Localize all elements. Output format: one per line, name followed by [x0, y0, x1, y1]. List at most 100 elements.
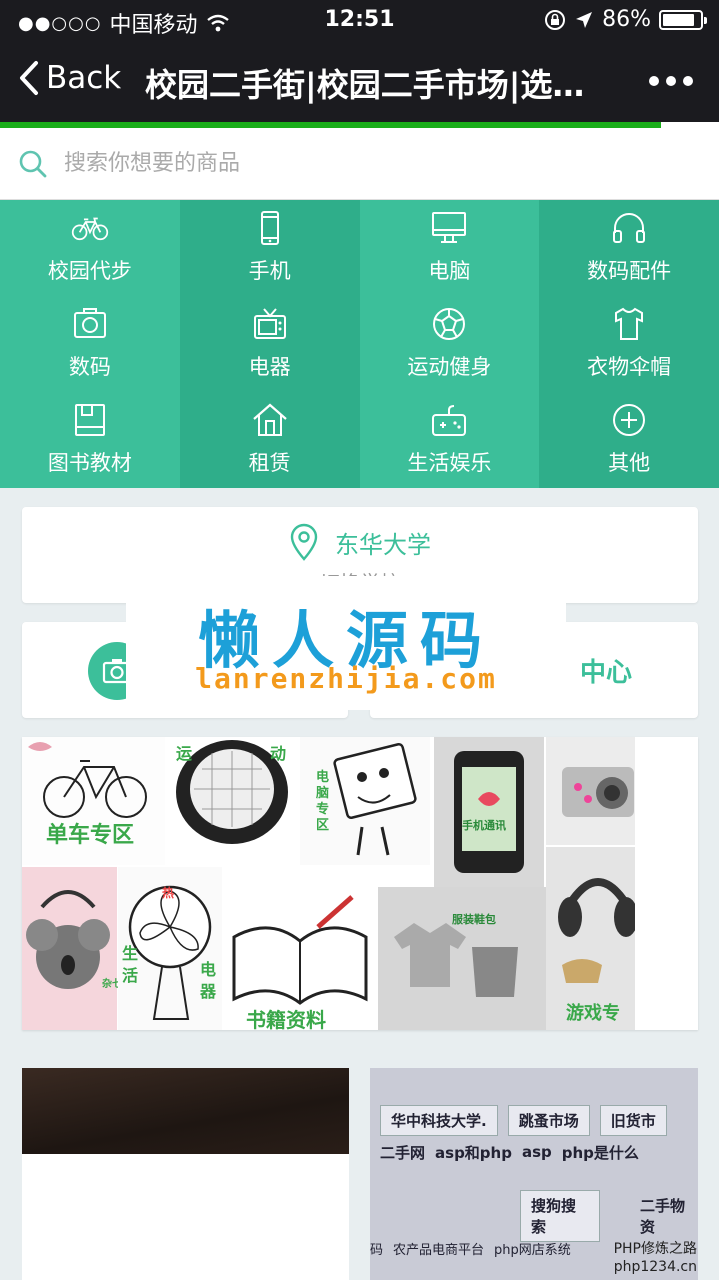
banner-label-clothes: 服装鞋包 [452, 912, 496, 926]
bicycle-icon [71, 217, 109, 241]
category-computer[interactable]: 电脑 [359, 200, 540, 296]
back-label: Back [46, 60, 122, 96]
tv-icon [253, 308, 286, 339]
book-tile: 书籍资料 [224, 867, 376, 1030]
category-clothing[interactable]: 衣物伞帽 [539, 296, 719, 392]
screen-text: 二手网 [380, 1143, 426, 1162]
phone-tile: 手机通讯 [434, 737, 544, 887]
footer-watermark: PHP修炼之路 php1234.cn [614, 1240, 697, 1276]
ball-icon [433, 308, 466, 340]
banner-label-nao: 脑 [316, 785, 329, 801]
map-pin-icon [290, 523, 318, 561]
banner-label-games: 游戏专 [566, 1002, 620, 1024]
school-name: 东华大学 [335, 530, 431, 559]
gamepad-icon [432, 405, 467, 436]
search-icon [19, 150, 47, 177]
computer-tile: 电 脑 专 区 [300, 737, 430, 865]
house-icon [252, 403, 287, 436]
banner-label-zhuan: 专 [316, 801, 329, 817]
product-card[interactable] [22, 1068, 349, 1280]
category-phone[interactable]: 手机 [179, 200, 360, 296]
back-button[interactable]: Back [18, 60, 121, 96]
racket-tile: 运 动 [168, 737, 296, 865]
category-label: 电器 [248, 355, 291, 379]
screen-text: 农产品电商平台 [393, 1242, 485, 1258]
category-digital-accessories[interactable]: 数码配件 [539, 200, 719, 296]
screen-text: asp [521, 1143, 552, 1161]
more-menu-icon[interactable] [649, 76, 693, 86]
category-grid: 校园代步 手机 电脑 数码配件 数码 电器 运动健身 衣物伞帽 图书教材 租赁 … [0, 200, 719, 488]
screen-text: asp和php [435, 1143, 512, 1162]
battery-percent: 86% [602, 7, 651, 32]
shirt-icon [615, 307, 644, 340]
headphones-icon [613, 213, 646, 243]
plus-circle-icon [613, 404, 646, 436]
category-label: 图书教材 [47, 451, 132, 475]
battery-icon [659, 9, 707, 30]
screen-text: php是什么 [561, 1143, 639, 1162]
screen-text: 跳蚤市场 [507, 1104, 590, 1136]
banner-label-dian: 电 [316, 769, 329, 785]
search-bar[interactable] [0, 128, 719, 200]
page-title: 校园二手街|校园二手市场|选… [145, 66, 585, 104]
category-label: 校园代步 [47, 259, 132, 283]
status-right: 86% [544, 7, 707, 32]
banner-label-phone: 手机通讯 [462, 818, 506, 832]
category-other[interactable]: 其他 [539, 392, 719, 488]
product-image [22, 1068, 349, 1154]
school-row: 东华大学 [22, 523, 698, 561]
category-label: 数码配件 [587, 259, 672, 283]
location-arrow-icon [576, 11, 593, 28]
screen-text: php网店系统 [494, 1242, 571, 1258]
category-banner[interactable]: 单车专区 运 动 电 脑 专 区 手机通讯 生 活 电 器 热 书籍资料 服装鞋… [22, 737, 698, 1030]
category-rental[interactable]: 租赁 [179, 392, 360, 488]
banner-label-dong: 动 [270, 744, 286, 763]
chevron-left-icon [20, 61, 38, 95]
banner-label-books: 书籍资料 [246, 1008, 326, 1030]
category-sports[interactable]: 运动健身 [359, 296, 540, 392]
banner-label-qu: 区 [316, 818, 329, 833]
category-label: 数码 [68, 355, 111, 379]
banner-label-sheng: 生 [122, 944, 138, 963]
category-books[interactable]: 图书教材 [0, 392, 180, 488]
gaming-tile: 游戏专 [546, 847, 635, 1030]
category-campus-transport[interactable]: 校园代步 [0, 200, 180, 296]
footer-watermark-line1: PHP修炼之路 [613, 1241, 697, 1257]
monitor-icon [432, 212, 467, 243]
nav-bar: Back 校园二手街|校园二手市场|选… [0, 40, 719, 122]
category-label: 其他 [608, 451, 651, 475]
watermark-url: lanrenzhijia.com [195, 662, 497, 695]
banner-label-dian2: 电 [200, 960, 216, 979]
screen-text: 华中科技大学. [380, 1104, 498, 1136]
category-entertainment[interactable]: 生活娱乐 [359, 392, 540, 488]
clothes-tile: 服装鞋包 [378, 887, 546, 1030]
banner-image: 单车专区 运 动 电 脑 专 区 手机通讯 生 活 电 器 热 书籍资料 服装鞋… [22, 737, 635, 1030]
watermark-overlay: 懒人源码 lanrenzhijia.com [126, 576, 566, 710]
screen-text: 旧货市 [599, 1104, 667, 1136]
camera-icon [73, 308, 106, 338]
banner-label-yun: 运 [176, 744, 192, 763]
screen-row: 二手网 asp和php asp php是什么 [370, 1132, 698, 1172]
rotation-lock-icon [545, 9, 566, 30]
book-icon [74, 404, 105, 436]
camera-tile [546, 737, 635, 845]
footer-watermark-line2: php1234.cn [613, 1259, 697, 1275]
banner-label-huo: 活 [122, 966, 138, 985]
category-appliances[interactable]: 电器 [179, 296, 360, 392]
bike-tile: 单车专区 [22, 737, 165, 865]
status-bar: ●●○○○ 中国移动 12:51 86% [0, 0, 719, 40]
category-label: 衣物伞帽 [587, 355, 672, 379]
category-label: 手机 [248, 259, 291, 283]
banner-label-qi: 器 [199, 982, 217, 1001]
banner-label-bike: 单车专区 [46, 822, 134, 848]
banner-label-hot: 热 [162, 885, 174, 900]
screen-text: 码 [370, 1242, 384, 1258]
category-label: 租赁 [248, 451, 291, 475]
user-center-label: 中心 [579, 658, 632, 688]
category-label: 运动健身 [407, 355, 492, 379]
search-input[interactable] [64, 151, 664, 176]
category-digital[interactable]: 数码 [0, 296, 180, 392]
fan-tile: 生 活 电 器 热 [118, 867, 222, 1030]
phone-icon [260, 211, 279, 245]
category-label: 生活娱乐 [407, 451, 492, 475]
